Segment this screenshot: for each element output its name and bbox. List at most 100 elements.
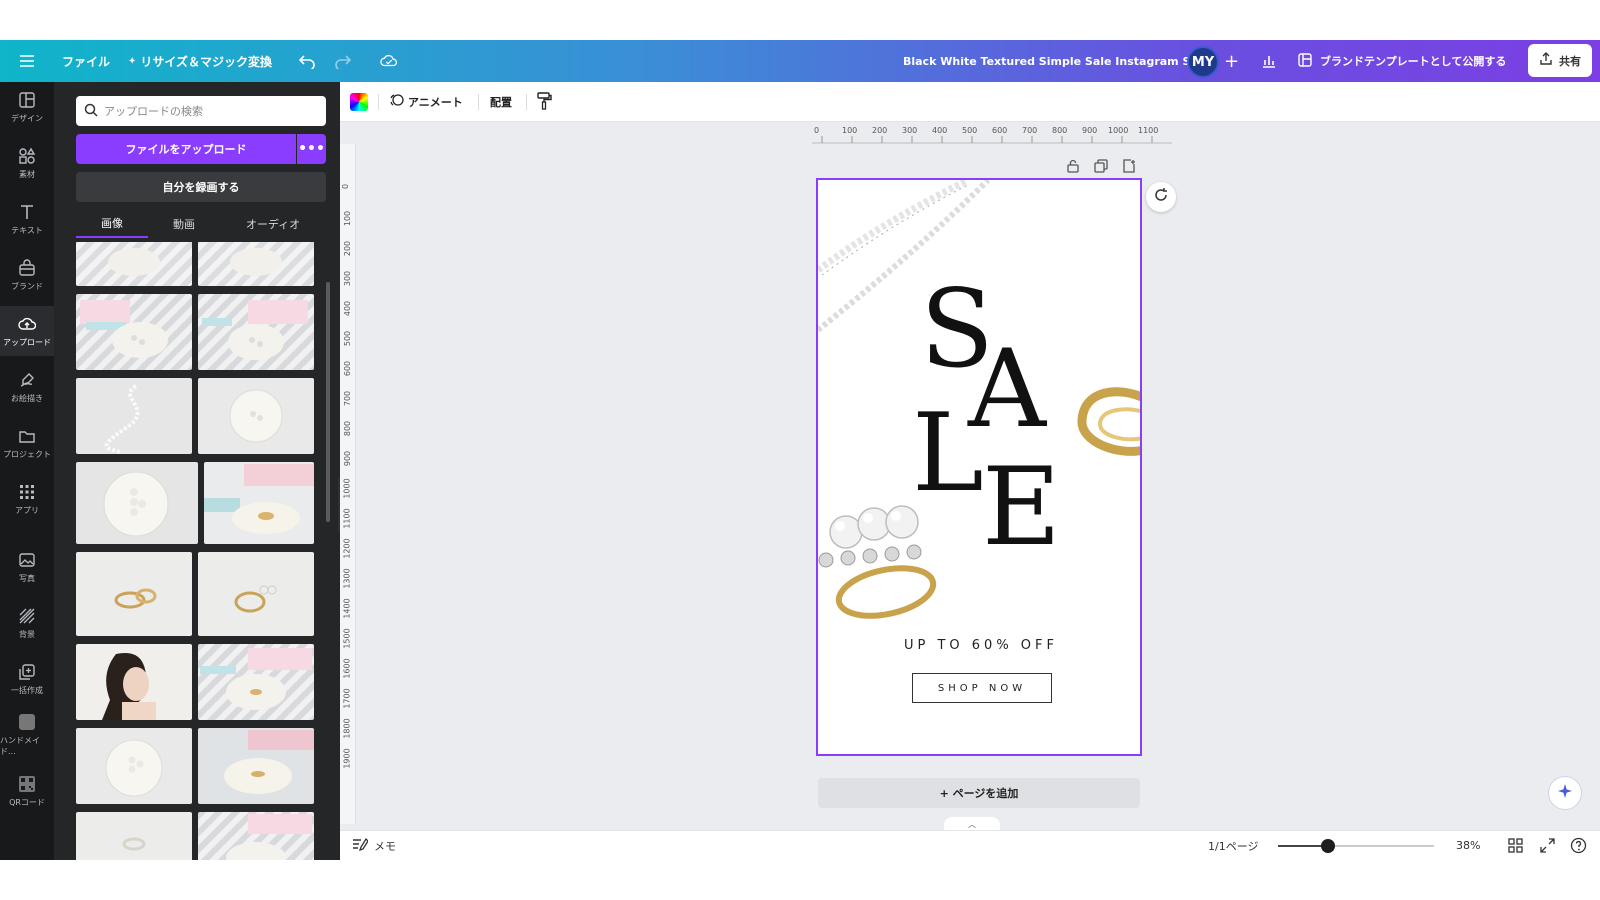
regenerate-button[interactable] (1146, 182, 1176, 212)
search-input[interactable] (104, 104, 314, 118)
upload-thumbnail[interactable] (76, 294, 192, 370)
brand-icon (19, 258, 35, 276)
magic-assistant-button[interactable] (1548, 776, 1582, 810)
ruler-tick-label: 100 (343, 210, 353, 227)
redo-icon[interactable] (334, 52, 352, 70)
ruler-tick-label: 600 (343, 360, 353, 377)
rail-item-qr-code[interactable]: QRコード (0, 766, 54, 816)
ruler-tick-label: 0 (814, 126, 820, 135)
rail-item-text[interactable]: テキスト (0, 194, 54, 244)
add-page-icon[interactable] (1122, 158, 1136, 177)
show-pages-button[interactable]: ︿ (944, 817, 1000, 831)
upload-thumbnail[interactable] (204, 462, 314, 544)
ruler-tick-label: 1300 (342, 568, 352, 589)
rail-item-design[interactable]: デザイン (0, 82, 54, 132)
rail-item-handmade[interactable]: ハンドメイド... (0, 710, 54, 760)
panel-scrollbar[interactable] (326, 282, 330, 522)
resize-magic-menu[interactable]: ✦ リサイズ＆マジック変換 (128, 40, 272, 82)
refresh-icon (1153, 187, 1169, 207)
animate-button[interactable]: アニメート (390, 93, 463, 110)
ruler-tick-label: 200 (343, 240, 353, 257)
menu-icon[interactable] (18, 52, 36, 70)
rail-item-background[interactable]: 背景 (0, 598, 54, 648)
insights-chart-icon[interactable] (1260, 52, 1278, 70)
avatar[interactable]: MY (1187, 46, 1219, 78)
color-picker-button[interactable] (350, 93, 368, 111)
rail-label: QRコード (9, 797, 45, 807)
sale-letter-e: E (982, 445, 1061, 570)
photo-icon (19, 552, 35, 567)
rail-label: アプリ (15, 505, 39, 515)
add-page-button[interactable]: + ページを追加 (818, 778, 1140, 808)
upload-thumbnail[interactable] (198, 812, 314, 860)
draw-icon (20, 372, 34, 387)
rail-item-draw[interactable]: お絵描き (0, 362, 54, 412)
rail-item-apps[interactable]: アプリ (0, 474, 54, 524)
upload-thumbnail[interactable] (198, 552, 314, 636)
upload-thumbnail[interactable] (76, 552, 192, 636)
lock-icon[interactable] (1066, 158, 1080, 177)
ruler-tick-label: 1100 (342, 508, 352, 529)
upload-thumbnail[interactable] (76, 644, 192, 720)
design-page[interactable]: S A L E UP TO 60% OFF SHOP NOW (816, 178, 1142, 756)
help-icon[interactable] (1570, 837, 1587, 857)
rail-item-elements[interactable]: 素材 (0, 138, 54, 188)
ruler-tick-label: 900 (343, 450, 353, 467)
tab-audio[interactable]: オーディオ (220, 210, 326, 238)
rail-item-projects[interactable]: プロジェクト (0, 418, 54, 468)
upload-thumbnail[interactable] (198, 294, 314, 370)
zoom-slider-handle[interactable] (1320, 839, 1335, 853)
rail-item-photos[interactable]: 写真 (0, 542, 54, 592)
search-box[interactable] (76, 96, 326, 126)
rail-item-uploads[interactable]: アップロード (0, 306, 54, 356)
top-bar: ファイル ✦ リサイズ＆マジック変換 Black White Textured … (0, 40, 1600, 82)
zoom-level[interactable]: 38% (1456, 839, 1480, 852)
shapes-icon (19, 147, 36, 164)
upload-files-button[interactable]: ファイルをアップロード (76, 134, 296, 164)
notes-label: メモ (374, 839, 396, 853)
duplicate-page-icon[interactable] (1094, 158, 1108, 177)
rail-item-brand[interactable]: ブランド (0, 250, 54, 300)
undo-icon[interactable] (298, 52, 316, 70)
ruler-tick-label: 600 (992, 126, 1008, 135)
page-counter[interactable]: 1/1ページ (1208, 838, 1258, 854)
upload-thumbnail[interactable] (76, 378, 192, 454)
share-button[interactable]: 共有 (1528, 44, 1592, 77)
rail-item-bulk-create[interactable]: 一括作成 (0, 654, 54, 704)
record-yourself-button[interactable]: 自分を録画する (76, 172, 326, 202)
sparkle-icon (1556, 782, 1574, 804)
grid-view-icon[interactable] (1508, 838, 1523, 856)
rail-label: 写真 (19, 573, 35, 583)
vertical-ruler: 0 100 200 300 400 500 600 700 800 900 10… (340, 144, 356, 824)
ruler-tick-label: 500 (343, 330, 353, 347)
paint-roller-icon[interactable] (536, 92, 552, 113)
upload-thumbnail[interactable] (198, 242, 314, 286)
offer-text: UP TO 60% OFF (903, 638, 1058, 653)
publish-brand-template-button[interactable]: ブランドテンプレートとして公開する (1298, 40, 1506, 82)
text-icon (21, 204, 33, 219)
file-menu[interactable]: ファイル (62, 40, 110, 82)
fullscreen-icon[interactable] (1540, 838, 1555, 856)
upload-more-button[interactable]: ••• (297, 134, 326, 164)
ruler-tick-label: 1800 (342, 718, 352, 739)
tab-images[interactable]: 画像 (76, 210, 148, 238)
upload-thumbnail[interactable] (76, 242, 192, 286)
upload-thumbnail[interactable] (76, 812, 192, 860)
rail-label: お絵描き (11, 393, 43, 403)
ruler-tick-label: 1200 (342, 538, 352, 559)
document-title[interactable]: Black White Textured Simple Sale Instagr… (903, 40, 1216, 82)
tab-videos[interactable]: 動画 (148, 210, 220, 238)
arrange-button[interactable]: 配置 (490, 94, 512, 110)
cloud-saved-icon[interactable] (380, 52, 398, 70)
upload-thumbnail[interactable] (198, 378, 314, 454)
publish-brand-label: ブランドテンプレートとして公開する (1320, 55, 1507, 68)
upload-thumbnail[interactable] (76, 462, 198, 544)
notes-button[interactable]: メモ (352, 837, 396, 854)
add-member-button[interactable]: + (1224, 51, 1239, 72)
upload-thumbnail[interactable] (198, 644, 314, 720)
upload-thumbnail[interactable] (198, 728, 314, 804)
upload-thumbnail[interactable] (76, 728, 192, 804)
zoom-slider[interactable] (1278, 839, 1434, 853)
shop-now-button[interactable]: SHOP NOW (912, 673, 1052, 703)
background-icon (19, 608, 35, 623)
